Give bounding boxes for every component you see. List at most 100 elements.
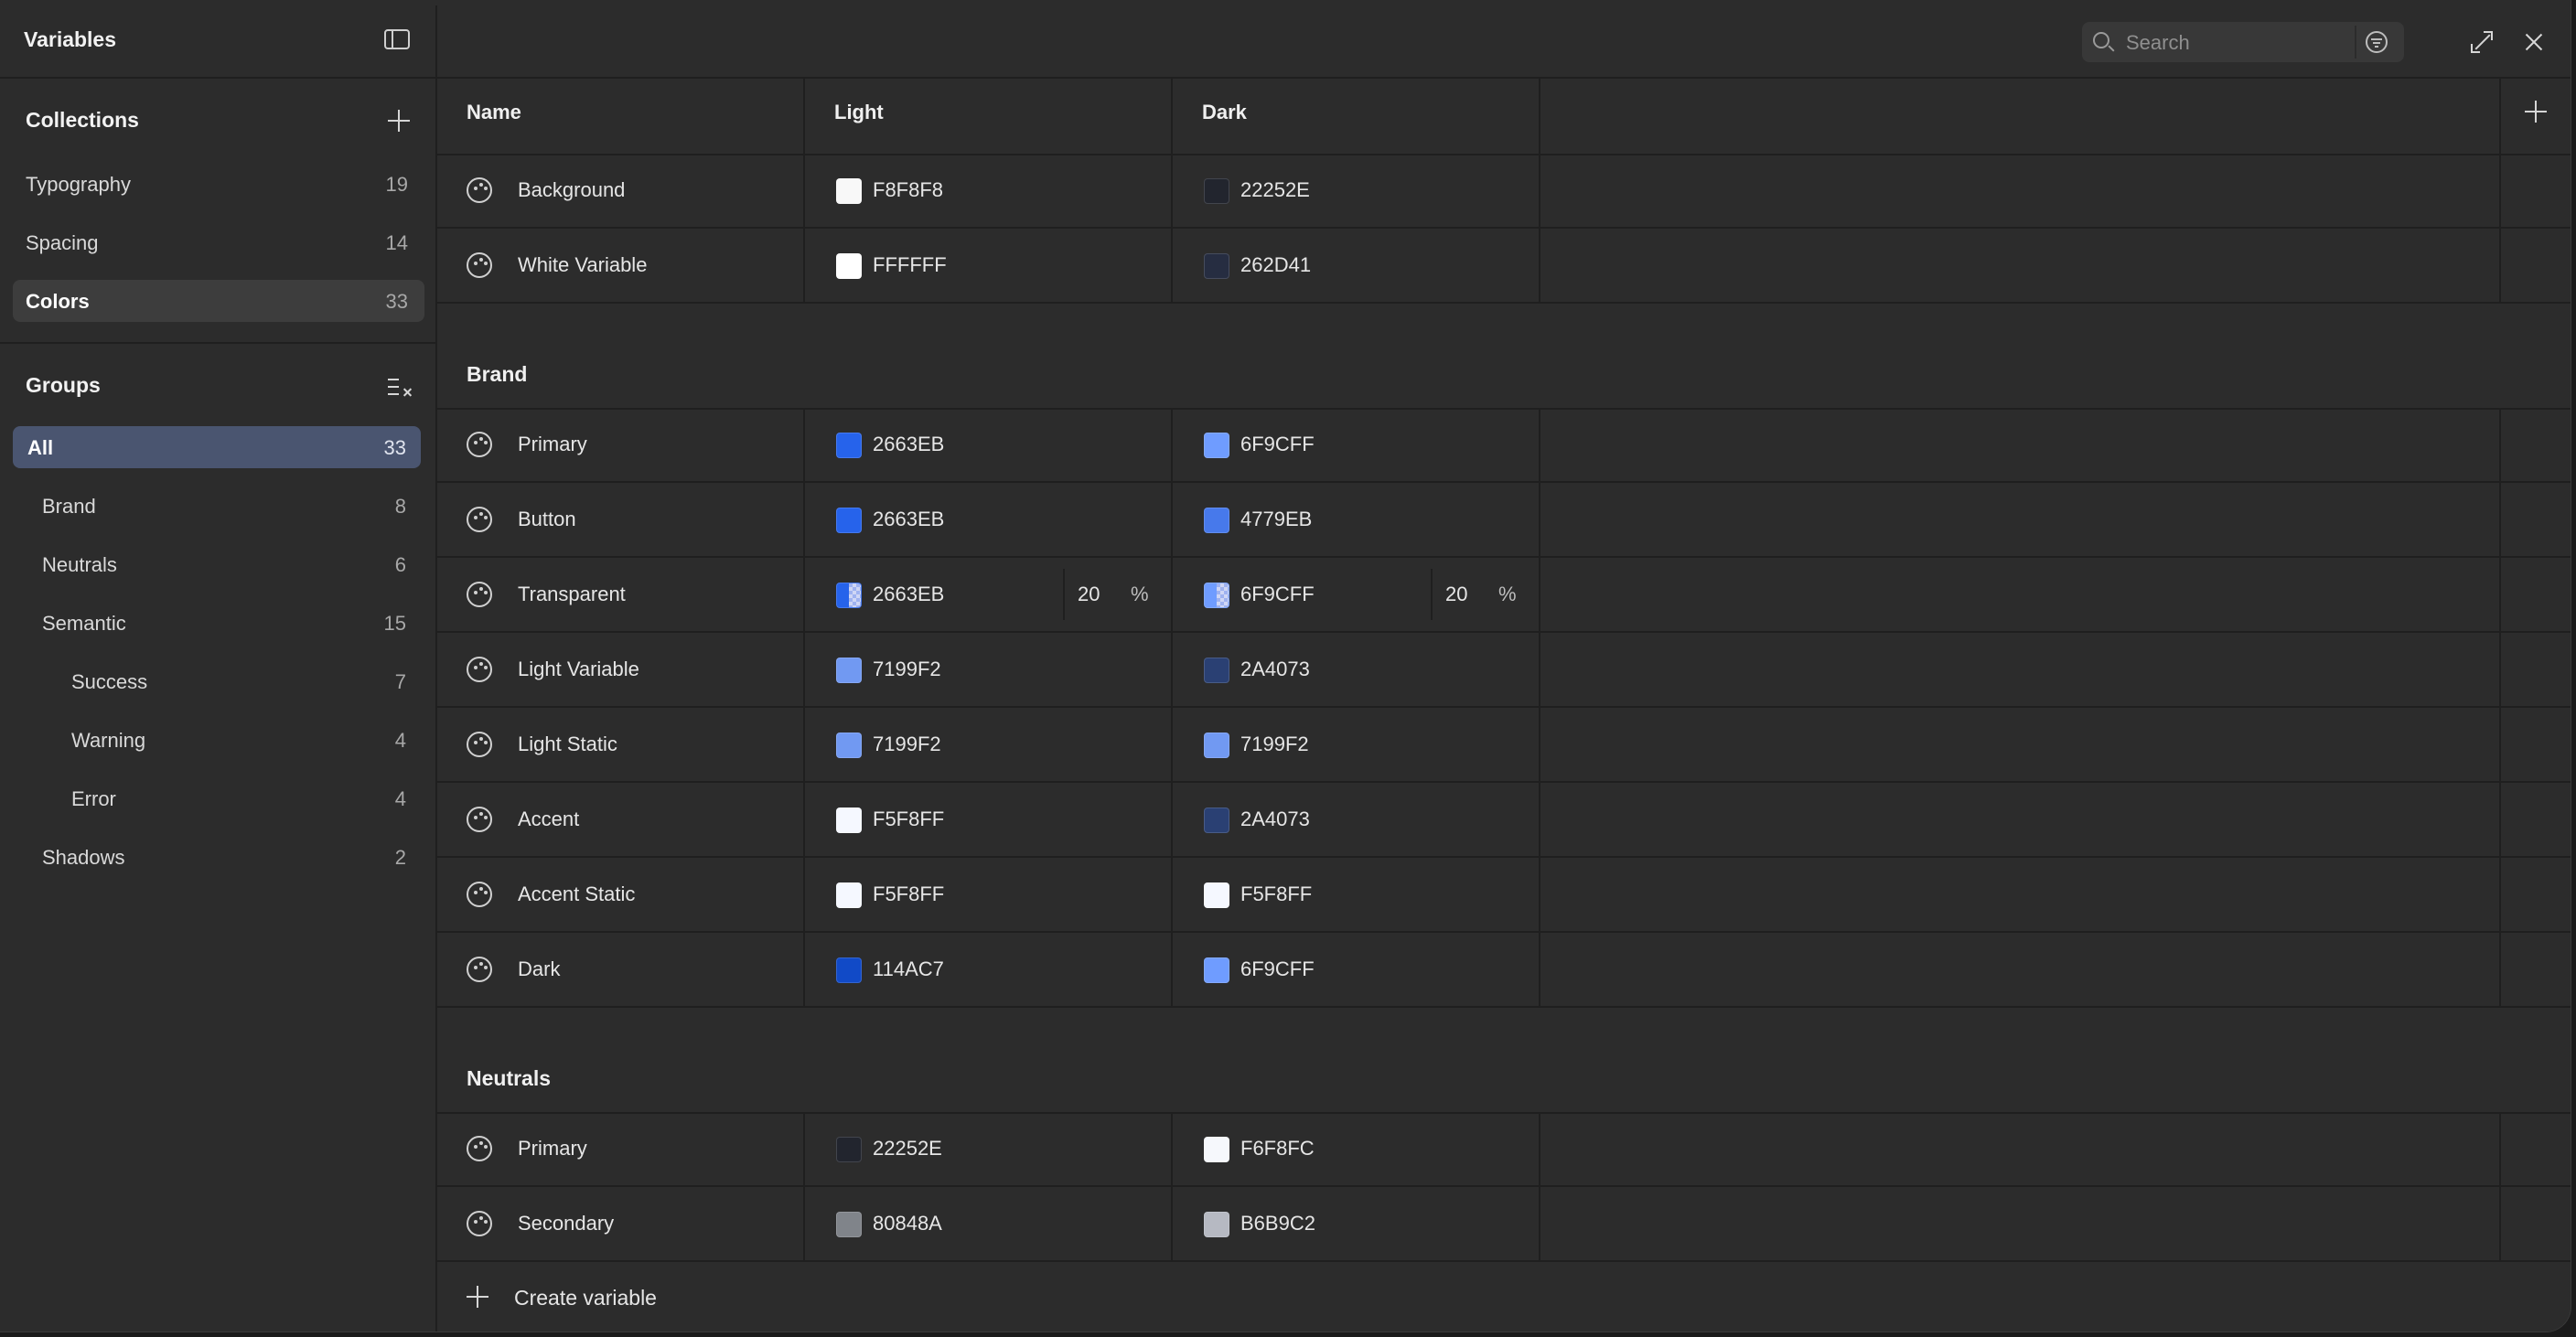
group-item-error[interactable]: Error 4 (13, 777, 421, 819)
light-value-cell[interactable]: 7199F2 (805, 633, 1173, 706)
dark-value-cell[interactable]: 6F9CFF 20 % (1173, 558, 1540, 631)
color-swatch[interactable] (836, 1212, 862, 1237)
close-icon[interactable] (2523, 31, 2545, 53)
color-swatch[interactable] (836, 957, 862, 983)
light-value-cell[interactable]: 2663EB (805, 408, 1173, 481)
group-item-neutrals[interactable]: Neutrals 6 (13, 543, 421, 585)
color-swatch[interactable] (1204, 433, 1229, 458)
column-header-dark[interactable]: Dark (1173, 79, 1540, 154)
dark-value-cell[interactable]: 22252E (1173, 154, 1540, 227)
light-value-cell[interactable]: FFFFFF (805, 229, 1173, 302)
color-swatch[interactable] (836, 733, 862, 758)
color-swatch[interactable] (1204, 253, 1229, 279)
color-swatch[interactable] (836, 1137, 862, 1162)
dark-value-cell[interactable]: 7199F2 (1173, 708, 1540, 781)
color-swatch[interactable] (836, 253, 862, 279)
color-swatch[interactable] (836, 583, 862, 608)
color-swatch[interactable] (1204, 1212, 1229, 1237)
table-row[interactable]: Accent Static F5F8FF F5F8FF (437, 858, 2571, 933)
color-swatch[interactable] (1204, 882, 1229, 908)
search-input[interactable] (2124, 27, 2338, 59)
column-header-label: Dark (1202, 101, 1247, 123)
name-cell: Accent Static (437, 858, 805, 931)
column-header-light[interactable]: Light (805, 79, 1173, 154)
add-mode-icon[interactable] (2525, 101, 2547, 123)
color-swatch[interactable] (1204, 508, 1229, 533)
light-value-cell[interactable]: 2663EB 20 % (805, 558, 1173, 631)
light-value-cell[interactable]: F5F8FF (805, 783, 1173, 856)
filter-icon[interactable] (2366, 31, 2388, 53)
group-item-all[interactable]: All 33 (13, 426, 421, 468)
color-swatch[interactable] (1204, 733, 1229, 758)
table-row[interactable]: Light Static 7199F2 7199F2 (437, 708, 2571, 783)
color-swatch[interactable] (836, 508, 862, 533)
dark-value-cell[interactable]: F5F8FF (1173, 858, 1540, 931)
light-value-cell[interactable]: 114AC7 (805, 933, 1173, 1006)
expand-icon[interactable] (2471, 31, 2493, 53)
table-row[interactable]: Button 2663EB 4779EB (437, 483, 2571, 558)
group-name: Brand (42, 495, 96, 518)
create-variable-button[interactable]: Create variable (437, 1260, 2571, 1332)
sidebar-toggle-icon[interactable] (384, 29, 410, 49)
dark-value-cell[interactable]: 4779EB (1173, 483, 1540, 556)
table-row[interactable]: Light Variable 7199F2 2A4073 (437, 633, 2571, 708)
color-swatch[interactable] (1204, 957, 1229, 983)
group-item-brand[interactable]: Brand 8 (13, 485, 421, 527)
empty-cell (2501, 933, 2571, 1006)
color-swatch[interactable] (1204, 1137, 1229, 1162)
light-value-cell[interactable]: F5F8FF (805, 858, 1173, 931)
name-cell: Dark (437, 933, 805, 1006)
empty-cell (1540, 783, 2501, 856)
collection-item-typography[interactable]: Typography 19 (13, 163, 424, 205)
group-item-semantic[interactable]: Semantic 15 (13, 602, 421, 644)
light-value-cell[interactable]: 7199F2 (805, 708, 1173, 781)
light-value-cell[interactable]: 22252E (805, 1112, 1173, 1185)
search-box[interactable] (2082, 22, 2404, 62)
dark-value-cell[interactable]: 6F9CFF (1173, 408, 1540, 481)
group-name: All (27, 436, 54, 459)
table-row[interactable]: White Variable FFFFFF 262D41 (437, 229, 2571, 304)
color-swatch[interactable] (836, 882, 862, 908)
opacity-value[interactable]: 20 (1078, 583, 1100, 606)
group-item-shadows[interactable]: Shadows 2 (13, 836, 421, 878)
empty-cell (1540, 708, 2501, 781)
table-row[interactable]: Background F8F8F8 22252E (437, 154, 2571, 229)
variables-window: Variables Collections Typography 19 Spac… (0, 0, 2571, 1332)
table-row[interactable]: Dark 114AC7 6F9CFF (437, 933, 2571, 1008)
add-collection-icon[interactable] (388, 110, 410, 132)
dark-value-cell[interactable]: 262D41 (1173, 229, 1540, 302)
color-swatch[interactable] (836, 658, 862, 683)
table-row[interactable]: Transparent 2663EB 20 % 6F9CFF 20 % (437, 558, 2571, 633)
group-count: 6 (394, 553, 406, 576)
group-item-warning[interactable]: Warning 4 (13, 719, 421, 761)
color-swatch[interactable] (836, 808, 862, 833)
opacity-value[interactable]: 20 (1445, 583, 1467, 606)
dark-value-cell[interactable]: 2A4073 (1173, 633, 1540, 706)
color-variable-icon (467, 252, 492, 278)
empty-cell (2501, 783, 2571, 856)
group-item-success[interactable]: Success 7 (13, 660, 421, 702)
color-swatch[interactable] (1204, 658, 1229, 683)
color-variable-icon (467, 1136, 492, 1161)
table-row[interactable]: Primary 22252E F6F8FC (437, 1112, 2571, 1187)
dark-value-cell[interactable]: 6F9CFF (1173, 933, 1540, 1006)
table-row[interactable]: Accent F5F8FF 2A4073 (437, 783, 2571, 858)
table-row[interactable]: Secondary 80848A B6B9C2 (437, 1187, 2571, 1262)
collapse-groups-icon[interactable] (388, 377, 413, 399)
light-value-cell[interactable]: 2663EB (805, 483, 1173, 556)
color-swatch[interactable] (1204, 583, 1229, 608)
color-variable-icon (467, 507, 492, 532)
color-swatch[interactable] (1204, 178, 1229, 204)
group-count: 33 (383, 436, 406, 459)
light-value-cell[interactable]: 80848A (805, 1187, 1173, 1260)
collection-item-spacing[interactable]: Spacing 14 (13, 221, 424, 263)
collection-item-colors[interactable]: Colors 33 (13, 280, 424, 322)
light-value-cell[interactable]: F8F8F8 (805, 154, 1173, 227)
color-swatch[interactable] (1204, 808, 1229, 833)
table-row[interactable]: Primary 2663EB 6F9CFF (437, 408, 2571, 483)
dark-value-cell[interactable]: F6F8FC (1173, 1112, 1540, 1185)
color-swatch[interactable] (836, 178, 862, 204)
dark-value-cell[interactable]: B6B9C2 (1173, 1187, 1540, 1260)
color-swatch[interactable] (836, 433, 862, 458)
dark-value-cell[interactable]: 2A4073 (1173, 783, 1540, 856)
